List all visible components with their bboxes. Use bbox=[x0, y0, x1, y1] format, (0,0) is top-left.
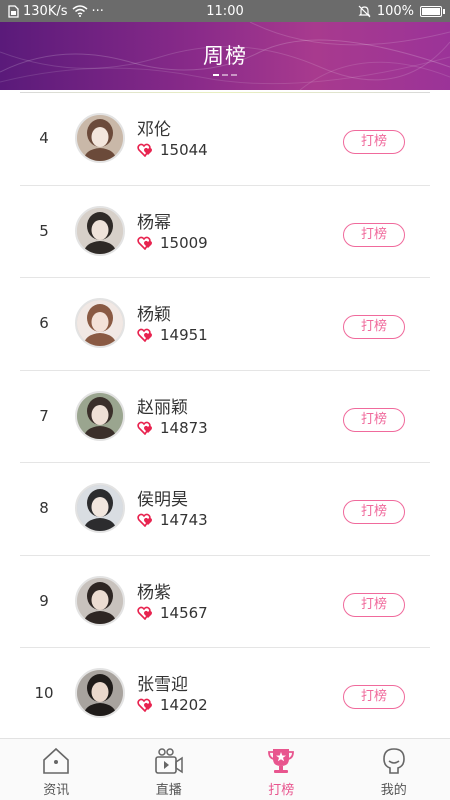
star-name: 赵丽颖 bbox=[137, 397, 188, 418]
vote-button[interactable]: 打榜 bbox=[343, 407, 405, 432]
house-icon bbox=[43, 747, 70, 774]
rank-number: 7 bbox=[39, 406, 49, 425]
rank-number: 10 bbox=[34, 684, 54, 702]
star-name: 邓伦 bbox=[137, 120, 171, 140]
star-name: 张雪迎 bbox=[137, 675, 188, 695]
vote-count: 15009 bbox=[160, 233, 208, 252]
vote-count: 14951 bbox=[160, 326, 208, 344]
star-name: 侯明昊 bbox=[137, 490, 188, 510]
score-group: 14873 bbox=[137, 419, 208, 437]
avatar[interactable] bbox=[75, 113, 125, 163]
battery-icon bbox=[420, 5, 445, 17]
tab-mine-label: 我的 bbox=[380, 783, 407, 798]
vote-button[interactable]: 打榜 bbox=[343, 592, 405, 617]
page-dot-3[interactable] bbox=[231, 74, 237, 76]
score-group: 14202 bbox=[137, 696, 208, 714]
ranking-row: 9 杨紫 14567 打榜 bbox=[0, 556, 450, 648]
trophy-icon bbox=[268, 749, 295, 773]
ranking-row: 10 张雪迎 14202 打榜 bbox=[0, 648, 450, 741]
avatar[interactable] bbox=[75, 205, 125, 256]
vote-button[interactable]: 打榜 bbox=[343, 500, 405, 524]
rank-number: 4 bbox=[39, 129, 49, 147]
ranking-row: 7 赵丽颖 14873 打榜 bbox=[0, 371, 450, 463]
double-heart-icon bbox=[137, 698, 152, 712]
score-group: 14567 bbox=[137, 604, 208, 622]
vote-button[interactable]: 打榜 bbox=[343, 315, 405, 339]
vote-count: 15044 bbox=[160, 141, 208, 159]
profile-icon bbox=[382, 748, 405, 774]
tab-vote[interactable]: 打榜 bbox=[225, 739, 338, 800]
avatar[interactable] bbox=[75, 483, 125, 533]
wifi-icon bbox=[72, 5, 87, 17]
more-dots: ··· bbox=[91, 3, 104, 19]
ranking-row: 6 杨颖 14951 打榜 bbox=[0, 278, 450, 371]
status-left: 130K/s ··· bbox=[8, 4, 178, 19]
header-bar: 周榜 bbox=[0, 22, 450, 90]
tab-news[interactable]: 资讯 bbox=[0, 739, 113, 800]
double-heart-icon bbox=[137, 606, 152, 620]
tab-mine[interactable]: 我的 bbox=[338, 739, 450, 800]
star-name: 杨颖 bbox=[137, 305, 171, 325]
tab-news-label: 资讯 bbox=[43, 783, 70, 798]
double-heart-icon bbox=[137, 513, 152, 527]
status-right: 100% bbox=[272, 3, 445, 19]
avatar[interactable] bbox=[75, 668, 125, 718]
ranking-row: 8 侯明昊 14743 打榜 bbox=[0, 463, 450, 556]
network-speed: 130K/s bbox=[23, 3, 68, 19]
rank-number: 9 bbox=[39, 591, 49, 610]
vote-count: 14202 bbox=[160, 696, 208, 714]
score-group: 15044 bbox=[137, 141, 208, 159]
sim-icon bbox=[8, 4, 19, 18]
rank-number: 5 bbox=[39, 221, 49, 240]
ranking-row: 5 杨幂 15009 打榜 bbox=[0, 186, 450, 278]
vote-button[interactable]: 打榜 bbox=[343, 685, 405, 709]
video-camera-icon bbox=[154, 748, 183, 774]
double-heart-icon bbox=[137, 328, 152, 342]
double-heart-icon bbox=[137, 143, 152, 157]
page-title: 周榜 bbox=[203, 44, 247, 68]
battery-percent: 100% bbox=[376, 3, 414, 19]
bottom-tab-bar: 资讯 直播 打榜 我的 bbox=[0, 738, 450, 800]
star-name: 杨紫 bbox=[137, 582, 171, 603]
vote-button[interactable]: 打榜 bbox=[343, 130, 405, 154]
avatar[interactable] bbox=[75, 575, 125, 626]
avatar[interactable] bbox=[75, 298, 125, 348]
vote-button[interactable]: 打榜 bbox=[343, 222, 405, 247]
score-group: 14743 bbox=[137, 511, 208, 529]
star-name: 杨幂 bbox=[137, 212, 171, 233]
score-group: 15009 bbox=[137, 234, 208, 252]
mute-bell-icon bbox=[358, 5, 371, 17]
page-indicator[interactable] bbox=[213, 74, 237, 76]
page-dot-2[interactable] bbox=[222, 74, 228, 76]
vote-count: 14743 bbox=[160, 511, 208, 529]
rank-number: 8 bbox=[39, 499, 49, 517]
avatar[interactable] bbox=[75, 390, 125, 441]
tab-vote-label: 打榜 bbox=[268, 783, 295, 798]
ranking-list: 4 邓伦 15044 打榜 5 杨幂 15009 打榜 6 杨颖 14951 打… bbox=[0, 93, 450, 741]
score-group: 14951 bbox=[137, 326, 208, 344]
vote-count: 14567 bbox=[160, 603, 208, 622]
status-time: 11:00 bbox=[206, 3, 244, 19]
ranking-row: 4 邓伦 15044 打榜 bbox=[0, 93, 450, 186]
double-heart-icon bbox=[137, 421, 152, 435]
page-dot-1[interactable] bbox=[213, 74, 219, 76]
tab-live[interactable]: 直播 bbox=[113, 739, 226, 800]
double-heart-icon bbox=[137, 236, 152, 250]
rank-number: 6 bbox=[39, 314, 49, 332]
vote-count: 14873 bbox=[160, 418, 208, 437]
status-bar: 130K/s ··· 11:00 100% bbox=[0, 0, 450, 22]
tab-live-label: 直播 bbox=[155, 783, 182, 798]
